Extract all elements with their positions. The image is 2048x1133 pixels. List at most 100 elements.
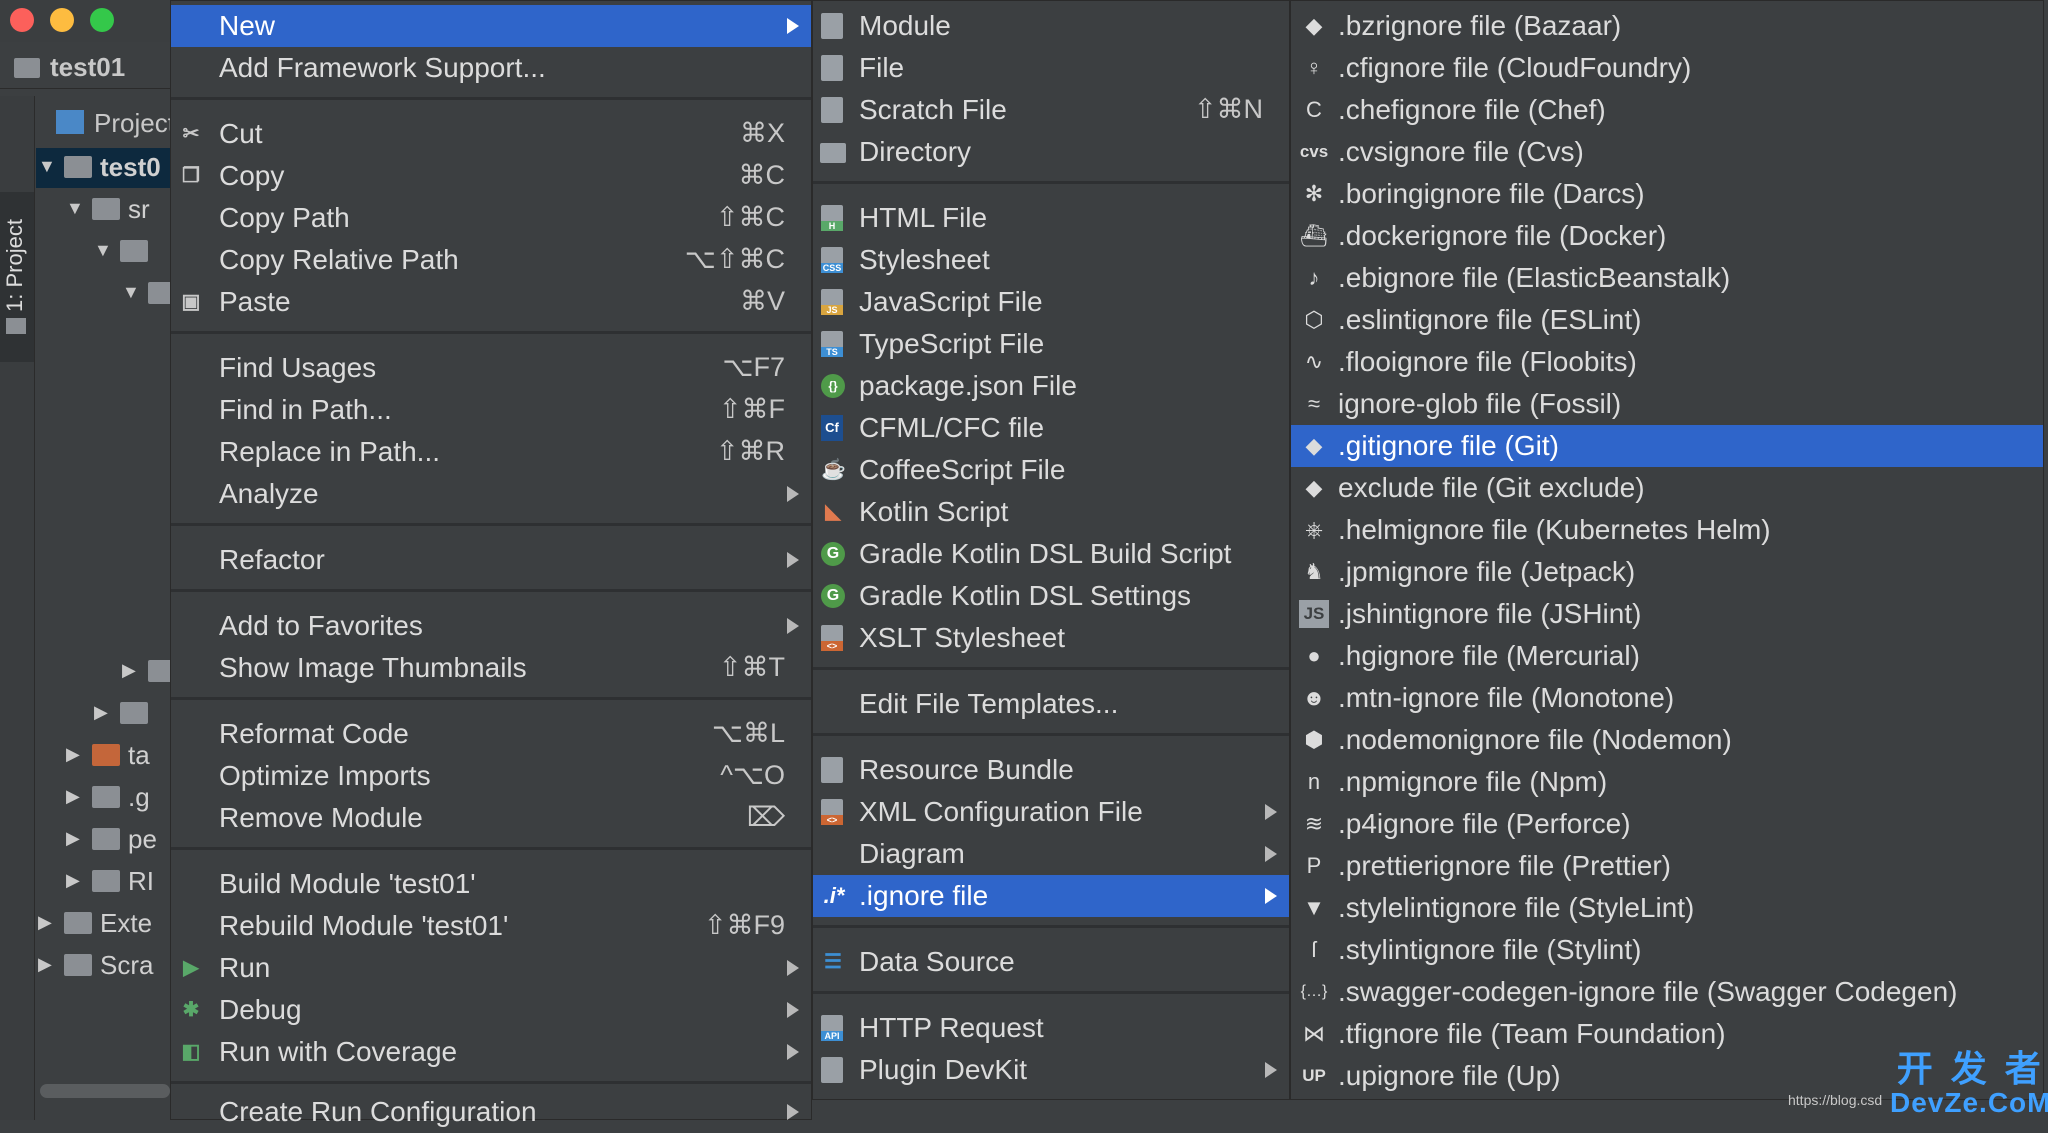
chevron-down-icon[interactable]: ▼ <box>66 198 84 219</box>
menu-item-scratch-file[interactable]: Scratch File ⇧⌘N <box>813 89 1289 131</box>
tree-row[interactable]: ▶ Exte <box>36 904 176 944</box>
menu-item-replace-in-path[interactable]: Replace in Path... ⇧⌘R <box>171 431 811 473</box>
menu-item-boringignore-file-darcs[interactable]: ✻ .boringignore file (Darcs) <box>1291 173 2043 215</box>
menu-item-html-file[interactable]: H HTML File <box>813 197 1289 239</box>
menu-item-module[interactable]: Module <box>813 5 1289 47</box>
tree-row[interactable]: ▼ test0 <box>36 148 176 188</box>
menu-item-analyze[interactable]: Analyze <box>171 473 811 515</box>
menu-item-ignore-file[interactable]: .i* .ignore file <box>813 875 1289 917</box>
menu-item-remove-module[interactable]: Remove Module ⌦ <box>171 797 811 839</box>
menu-item-typescript-file[interactable]: TS TypeScript File <box>813 323 1289 365</box>
chevron-down-icon[interactable]: ▼ <box>122 282 140 303</box>
tree-row[interactable]: ▶ RI <box>36 862 176 902</box>
menu-item-create-run-configuration[interactable]: Create Run Configuration <box>171 1091 811 1133</box>
menu-item-gitignore-file-git[interactable]: ◆ .gitignore file (Git) <box>1291 425 2043 467</box>
menu-item-edit-file-templates[interactable]: Edit File Templates... <box>813 683 1289 725</box>
menu-item-cfml-cfc-file[interactable]: Cf CFML/CFC file <box>813 407 1289 449</box>
menu-item-data-source[interactable]: ☰ Data Source <box>813 941 1289 983</box>
menu-item-stylesheet[interactable]: CSS Stylesheet <box>813 239 1289 281</box>
menu-item-run[interactable]: ▶ Run <box>171 947 811 989</box>
menu-item-xslt-stylesheet[interactable]: <> XSLT Stylesheet <box>813 617 1289 659</box>
menu-item-gradle-kotlin-dsl-build-script[interactable]: G Gradle Kotlin DSL Build Script <box>813 533 1289 575</box>
menu-item-reformat-code[interactable]: Reformat Code ⌥⌘L <box>171 713 811 755</box>
tree-row[interactable]: ▼ <box>36 232 176 272</box>
menu-item-add-framework-support[interactable]: Add Framework Support... <box>171 47 811 89</box>
menu-item-helmignore-file-kubernetes-helm[interactable]: ⎈ .helmignore file (Kubernetes Helm) <box>1291 509 2043 551</box>
project-tool-tab[interactable]: 1: Project <box>0 192 34 362</box>
menu-item-cut[interactable]: ✂ Cut ⌘X <box>171 113 811 155</box>
menu-item-cfignore-file-cloudfoundry[interactable]: ♀ .cfignore file (CloudFoundry) <box>1291 47 2043 89</box>
tree-row[interactable]: ▶ <box>36 694 176 734</box>
menu-item-chefignore-file-chef[interactable]: C .chefignore file (Chef) <box>1291 89 2043 131</box>
menu-item-find-in-path[interactable]: Find in Path... ⇧⌘F <box>171 389 811 431</box>
menu-item-flooignore-file-floobits[interactable]: ∿ .flooignore file (Floobits) <box>1291 341 2043 383</box>
menu-item-file[interactable]: File <box>813 47 1289 89</box>
menu-item-javascript-file[interactable]: JS JavaScript File <box>813 281 1289 323</box>
maximize-window-button[interactable] <box>90 8 114 32</box>
project-tree-header[interactable]: Project <box>36 96 176 149</box>
chevron-right-icon[interactable]: ▶ <box>38 954 52 975</box>
menu-item-xml-configuration-file[interactable]: <> XML Configuration File <box>813 791 1289 833</box>
chevron-right-icon[interactable]: ▶ <box>122 660 136 681</box>
horizontal-scrollbar[interactable] <box>40 1084 170 1098</box>
menu-item-copy-relative-path[interactable]: Copy Relative Path ⌥⇧⌘C <box>171 239 811 281</box>
menu-item-diagram[interactable]: Diagram <box>813 833 1289 875</box>
menu-item-dockerignore-file-docker[interactable]: ⛴ .dockerignore file (Docker) <box>1291 215 2043 257</box>
menu-item-p4ignore-file-perforce[interactable]: ≋ .p4ignore file (Perforce) <box>1291 803 2043 845</box>
chevron-right-icon[interactable]: ▶ <box>66 828 80 849</box>
menu-item-exclude-file-git-exclude[interactable]: ◆ exclude file (Git exclude) <box>1291 467 2043 509</box>
tree-row[interactable]: ▶ <box>36 652 176 692</box>
menu-item-coffeescript-file[interactable]: ☕ CoffeeScript File <box>813 449 1289 491</box>
chevron-right-icon[interactable]: ▶ <box>66 870 80 891</box>
menu-item-run-with-coverage[interactable]: ◧ Run with Coverage <box>171 1031 811 1073</box>
menu-item-http-request[interactable]: API HTTP Request <box>813 1007 1289 1049</box>
menu-item-swagger-codegen-ignore-file-swagger-codegen[interactable]: {…} .swagger-codegen-ignore file (Swagger… <box>1291 971 2043 1013</box>
menu-item-plugin-devkit[interactable]: Plugin DevKit <box>813 1049 1289 1091</box>
menu-item-new[interactable]: New <box>171 5 811 47</box>
menu-item-jshintignore-file-jshint[interactable]: JS .jshintignore file (JSHint) <box>1291 593 2043 635</box>
menu-item-find-usages[interactable]: Find Usages ⌥F7 <box>171 347 811 389</box>
menu-item-build-module-test01[interactable]: Build Module 'test01' <box>171 863 811 905</box>
minimize-window-button[interactable] <box>50 8 74 32</box>
menu-item-debug[interactable]: ✱ Debug <box>171 989 811 1031</box>
menu-item-copy-path[interactable]: Copy Path ⇧⌘C <box>171 197 811 239</box>
menu-item-optimize-imports[interactable]: Optimize Imports ^⌥O <box>171 755 811 797</box>
menu-item-stylintignore-file-stylint[interactable]: ſ .stylintignore file (Stylint) <box>1291 929 2043 971</box>
menu-item-stylelintignore-file-stylelint[interactable]: ▼ .stylelintignore file (StyleLint) <box>1291 887 2043 929</box>
menu-item-nodemonignore-file-nodemon[interactable]: ⬢ .nodemonignore file (Nodemon) <box>1291 719 2043 761</box>
menu-item-copy[interactable]: ❐ Copy ⌘C <box>171 155 811 197</box>
chevron-right-icon[interactable]: ▶ <box>38 912 52 933</box>
chevron-right-icon[interactable]: ▶ <box>66 744 80 765</box>
close-window-button[interactable] <box>10 8 34 32</box>
menu-item-prettierignore-file-prettier[interactable]: P .prettierignore file (Prettier) <box>1291 845 2043 887</box>
breadcrumb[interactable]: test01 <box>0 46 175 89</box>
tree-row[interactable]: ▼ <box>36 274 176 314</box>
chevron-down-icon[interactable]: ▼ <box>94 240 112 261</box>
tree-row[interactable]: ▶ ta <box>36 736 176 776</box>
menu-item-paste[interactable]: ▣ Paste ⌘V <box>171 281 811 323</box>
menu-item-ebignore-file-elasticbeanstalk[interactable]: ♪ .ebignore file (ElasticBeanstalk) <box>1291 257 2043 299</box>
menu-item-package-json-file[interactable]: {} package.json File <box>813 365 1289 407</box>
tree-row[interactable]: ▶ .g <box>36 778 176 818</box>
tree-row[interactable]: ▼ sr <box>36 190 176 230</box>
menu-item-eslintignore-file-eslint[interactable]: ⬡ .eslintignore file (ESLint) <box>1291 299 2043 341</box>
menu-item-refactor[interactable]: Refactor <box>171 539 811 581</box>
tree-row[interactable]: ▶ pe <box>36 820 176 860</box>
menu-item-add-to-favorites[interactable]: Add to Favorites <box>171 605 811 647</box>
menu-item-npmignore-file-npm[interactable]: n .npmignore file (Npm) <box>1291 761 2043 803</box>
menu-item-bzrignore-file-bazaar[interactable]: ◆ .bzrignore file (Bazaar) <box>1291 5 2043 47</box>
menu-item-kotlin-script[interactable]: ◣ Kotlin Script <box>813 491 1289 533</box>
menu-item-cvsignore-file-cvs[interactable]: cvs .cvsignore file (Cvs) <box>1291 131 2043 173</box>
menu-item-ignore-glob-file-fossil[interactable]: ≈ ignore-glob file (Fossil) <box>1291 383 2043 425</box>
chevron-right-icon[interactable]: ▶ <box>94 702 108 723</box>
menu-item-hgignore-file-mercurial[interactable]: ● .hgignore file (Mercurial) <box>1291 635 2043 677</box>
menu-item-show-image-thumbnails[interactable]: Show Image Thumbnails ⇧⌘T <box>171 647 811 689</box>
breadcrumb-project[interactable]: test01 <box>50 52 125 83</box>
menu-item-jpmignore-file-jetpack[interactable]: ♞ .jpmignore file (Jetpack) <box>1291 551 2043 593</box>
chevron-down-icon[interactable]: ▼ <box>38 156 56 177</box>
menu-item-directory[interactable]: Directory <box>813 131 1289 173</box>
menu-item-rebuild-module-test01[interactable]: Rebuild Module 'test01' ⇧⌘F9 <box>171 905 811 947</box>
menu-item-mtn-ignore-file-monotone[interactable]: ☻ .mtn-ignore file (Monotone) <box>1291 677 2043 719</box>
menu-item-resource-bundle[interactable]: Resource Bundle <box>813 749 1289 791</box>
tree-row[interactable]: ▶ Scra <box>36 946 176 986</box>
